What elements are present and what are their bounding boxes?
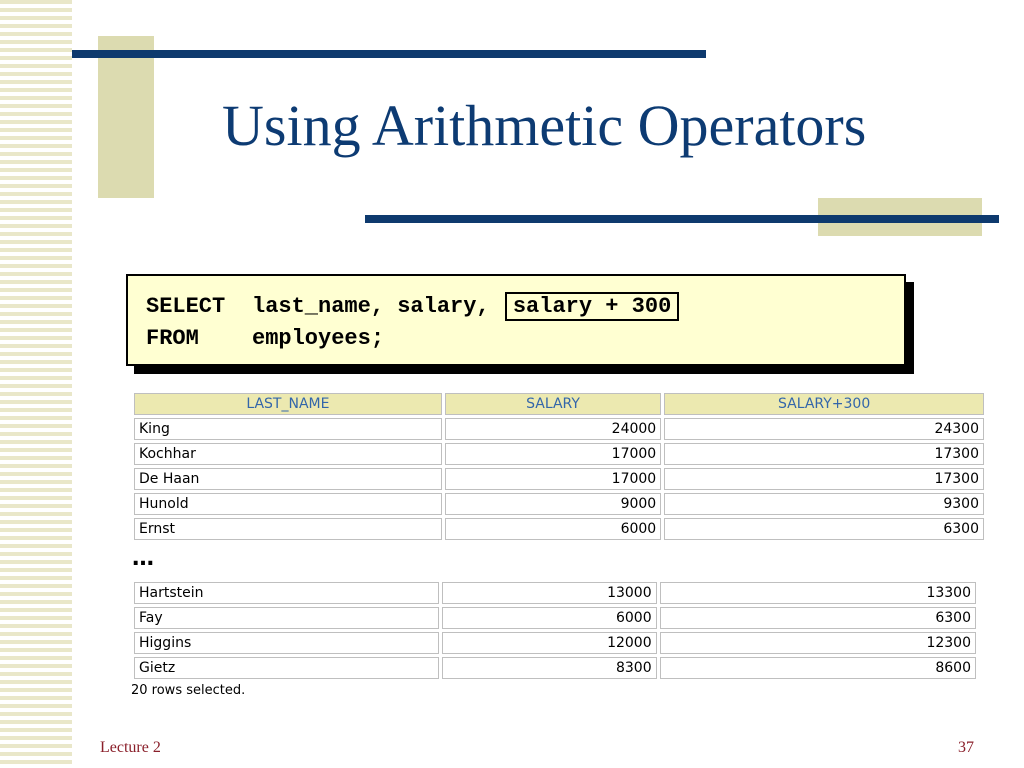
cell-salary: 6000 [444,518,662,540]
cell-last-name: Hunold [134,493,442,515]
cell-last-name: King [134,418,442,440]
table-row: Ernst 6000 6300 [134,518,984,540]
sql-keyword-select: SELECT [146,294,226,319]
result-table-top: LAST_NAME SALARY SALARY+300 King 24000 2… [131,390,987,543]
cell-last-name: Gietz [134,657,440,679]
rows-omitted-ellipsis: … [132,546,154,571]
cell-last-name: Ernst [134,518,442,540]
cell-salary-plus-300: 17300 [664,443,984,465]
cell-salary-plus-300: 12300 [659,632,976,654]
footer-lecture-label: Lecture 2 [100,739,161,756]
cell-salary: 6000 [442,607,657,629]
table-row: Higgins 12000 12300 [134,632,976,654]
decorative-stripes [0,0,72,768]
column-header-salary-plus-300: SALARY+300 [664,393,984,415]
table-row: Kochhar 17000 17300 [134,443,984,465]
cell-last-name: Hartstein [134,582,440,604]
cell-salary-plus-300: 8600 [659,657,976,679]
table-row: King 24000 24300 [134,418,984,440]
cell-salary: 24000 [444,418,662,440]
rows-selected-status: 20 rows selected. [131,683,246,698]
cell-last-name: Fay [134,607,440,629]
cell-salary: 13000 [442,582,657,604]
slide-title: Using Arithmetic Operators [222,93,867,158]
cell-salary-plus-300: 24300 [664,418,984,440]
table-header-row: LAST_NAME SALARY SALARY+300 [134,393,984,415]
cell-last-name: Higgins [134,632,440,654]
sql-code-box: SELECT last_name, salary, salary + 300 FR… [126,274,906,366]
cell-last-name: Kochhar [134,443,442,465]
cell-salary-plus-300: 13300 [659,582,976,604]
cell-salary: 17000 [444,468,662,490]
table-row: Hunold 9000 9300 [134,493,984,515]
sql-keyword-from: FROM [146,326,199,351]
cell-salary-plus-300: 6300 [664,518,984,540]
decorative-bar-right [365,215,999,223]
sql-line-select: SELECT last_name, salary, salary + 300 [146,292,680,321]
table-row: De Haan 17000 17300 [134,468,984,490]
table-row: Gietz 8300 8600 [134,657,976,679]
result-table-bottom: Hartstein 13000 13300 Fay 6000 6300 Higg… [131,579,979,682]
cell-salary: 17000 [444,443,662,465]
sql-select-columns: last_name, salary, [252,294,490,319]
cell-salary: 12000 [442,632,657,654]
column-header-salary: SALARY [444,393,662,415]
sql-line-from: FROM employees; [146,326,384,351]
table-crop-mask [131,680,911,690]
column-header-last-name: LAST_NAME [134,393,442,415]
cell-salary-plus-300: 9300 [664,493,984,515]
table-row: Hartstein 13000 13300 [134,582,976,604]
page-number: 37 [958,739,974,756]
decorative-block-top [98,36,154,198]
cell-salary-plus-300: 17300 [664,468,984,490]
cell-salary: 9000 [444,493,662,515]
cell-salary: 8300 [442,657,657,679]
decorative-bar-top [72,50,706,58]
table-row: Fay 6000 6300 [134,607,976,629]
sql-table-name: employees; [252,326,385,351]
cell-last-name: De Haan [134,468,442,490]
sql-highlight-expression: salary + 300 [504,292,680,321]
cell-salary-plus-300: 6300 [659,607,976,629]
